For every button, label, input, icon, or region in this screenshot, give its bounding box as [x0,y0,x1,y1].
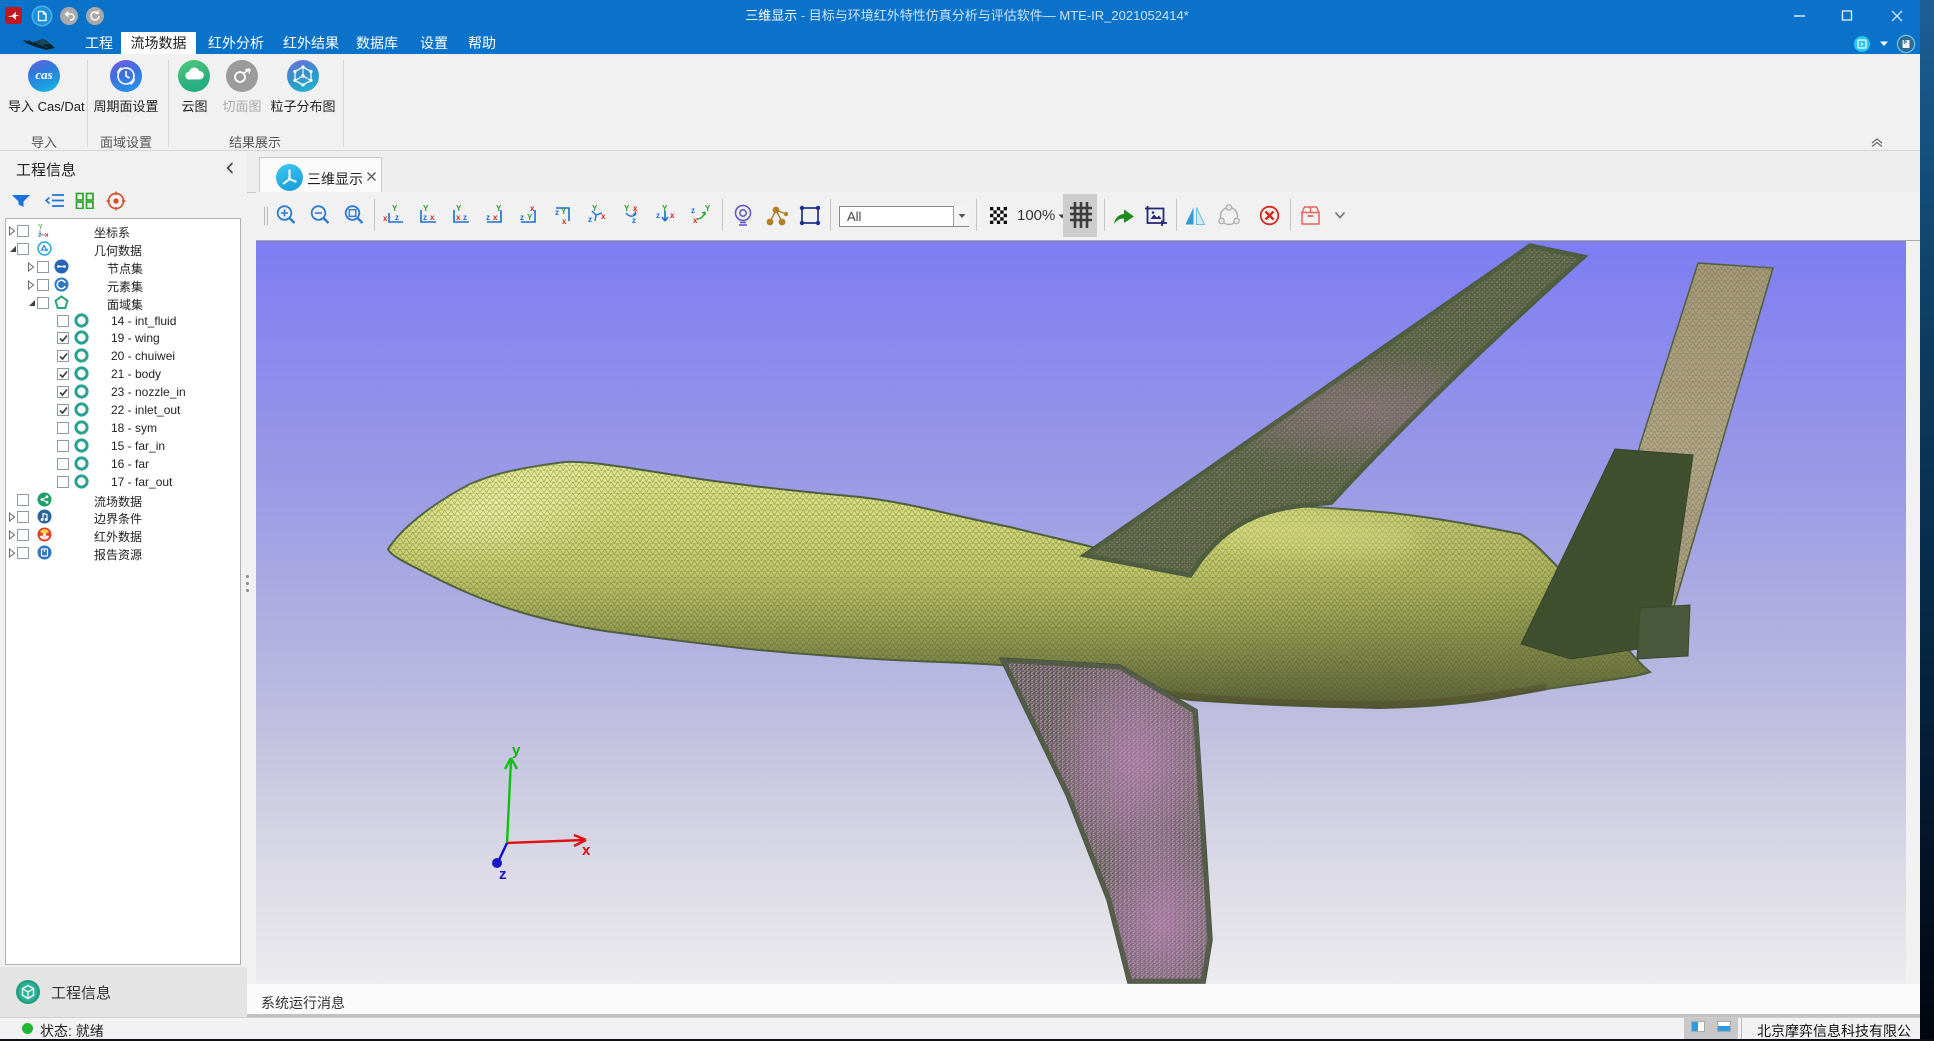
svg-text:x: x [582,842,591,859]
svg-text:z: z [656,211,660,220]
svg-text:Y: Y [456,204,462,213]
svg-text:x: x [670,211,675,220]
svg-text:x: x [601,212,606,221]
svg-text:z: z [520,213,524,222]
svg-text:z: z [499,866,507,883]
svg-text:z: z [555,208,559,217]
svg-text:Y: Y [527,213,533,222]
svg-text:z: z [395,213,399,222]
svg-text:y: y [512,742,521,759]
svg-text:Y: Y [392,204,398,213]
svg-text:z: z [632,216,636,225]
svg-text:z: z [423,213,427,222]
svg-text:x: x [430,213,435,222]
svg-text:x: x [383,214,388,223]
svg-text:Y: Y [38,224,43,231]
svg-text:x: x [45,232,49,238]
svg-text:z: z [691,206,695,215]
svg-text:z: z [486,213,490,222]
svg-text:Y: Y [705,204,711,213]
svg-text:x: x [493,213,498,222]
svg-text:Y: Y [624,204,630,213]
svg-text:x: x [456,213,461,222]
svg-text:x: x [562,217,567,226]
svg-text:Y: Y [423,204,429,213]
svg-text:z: z [588,215,592,224]
svg-text:z: z [463,213,467,222]
svg-text:z: z [38,232,42,238]
svg-text:Y: Y [561,207,567,216]
svg-text:x: x [693,216,698,225]
